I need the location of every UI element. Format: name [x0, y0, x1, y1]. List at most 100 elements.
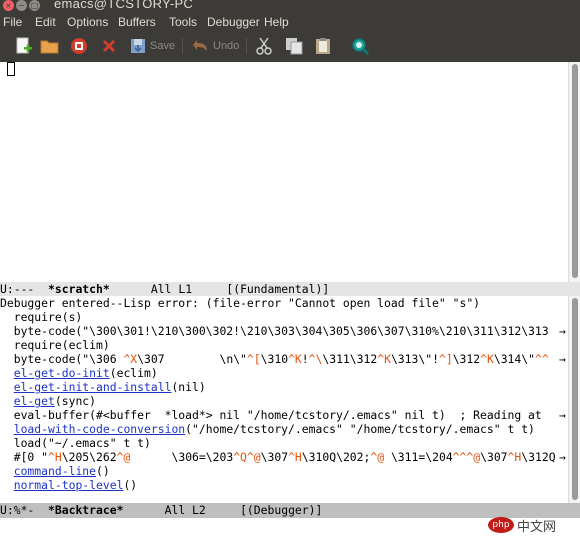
window-titlebar: × − □ emacs@TCSTORY-PC [0, 0, 580, 14]
backtrace-buffer[interactable]: Debugger entered--Lisp error: (file-erro… [0, 296, 568, 504]
control-char: ^] [438, 352, 453, 366]
function-link[interactable]: command-line [14, 464, 96, 478]
window-title: emacs@TCSTORY-PC [54, 0, 194, 11]
menu-edit[interactable]: Edit [35, 14, 56, 30]
backtrace-text: byte-code("\300\301!\210\300\302!\210\30… [0, 324, 549, 338]
backtrace-line: #[0 "^H\205\262^@ \306=\203^Q^@\307^H\31… [0, 450, 568, 464]
save-label: Save [150, 40, 176, 52]
control-char: ^H [288, 450, 302, 464]
scratch-buffer[interactable] [0, 62, 568, 282]
menu-options[interactable]: Options [67, 14, 108, 30]
window-maximize-button[interactable]: □ [29, 0, 40, 11]
copy-icon [285, 37, 303, 55]
undo-button[interactable]: Undo [192, 36, 239, 56]
function-link[interactable]: el-get-init-and-install [14, 380, 172, 394]
scratch-scrollbar[interactable] [568, 62, 580, 282]
save-button[interactable]: Save [129, 36, 175, 56]
control-char: ^@ [246, 450, 261, 464]
backtrace-text: (eclim) [109, 366, 158, 380]
function-link[interactable]: el-get-do-init [14, 366, 110, 380]
control-char: ^K [288, 352, 302, 366]
backtrace-text: load("~/.emacs" t t) [0, 436, 151, 450]
control-char: ^@ [116, 450, 131, 464]
backtrace-text: \312 [452, 352, 481, 366]
backtrace-text: \307 [260, 450, 289, 464]
open-file-button[interactable] [40, 36, 59, 56]
backtrace-text [0, 366, 14, 380]
function-link[interactable]: el-get [14, 394, 55, 408]
cut-x-button[interactable] [100, 36, 118, 56]
backtrace-text: \306=\203 [130, 450, 234, 464]
modeline-status: U:%*- [0, 503, 35, 517]
copy-button[interactable] [285, 36, 303, 56]
modeline-mode[interactable]: [(Fundamental)] [226, 282, 329, 296]
backtrace-text [0, 464, 14, 478]
backtrace-text: \311\312 [322, 352, 378, 366]
control-char: ^@ [370, 450, 385, 464]
menu-buffers[interactable]: Buffers [118, 14, 156, 30]
function-link[interactable]: normal-top-level [14, 478, 124, 492]
function-link[interactable]: load-with-code-conversion [14, 422, 185, 436]
save-icon [129, 37, 147, 55]
backtrace-scrollbar[interactable] [568, 296, 580, 504]
backtrace-line: byte-code("\306 ^X\307 \n\"^[\310^K!^\\3… [0, 352, 568, 366]
menu-tools[interactable]: Tools [169, 14, 197, 30]
control-char: ^K [377, 352, 391, 366]
backtrace-line: require(eclim) [0, 338, 568, 352]
open-folder-icon [40, 37, 59, 55]
backtrace-text: (nil) [171, 380, 206, 394]
modeline-mode[interactable]: [(Debugger)] [240, 503, 322, 517]
control-char: ^\ [308, 352, 323, 366]
text-cursor [7, 62, 15, 76]
cut-x-icon [100, 37, 118, 55]
backtrace-text: #[0 " [0, 450, 49, 464]
backtrace-line: Debugger entered--Lisp error: (file-erro… [0, 296, 568, 310]
modeline-buffer-name[interactable]: *scratch* [48, 282, 110, 296]
window-close-button[interactable]: × [3, 0, 14, 11]
line-continuation-arrow: → [559, 450, 566, 464]
backtrace-line: el-get-init-and-install(nil) [0, 380, 568, 394]
search-icon [351, 37, 370, 56]
backtrace-text [0, 422, 14, 436]
backtrace-text: Debugger entered--Lisp error: (file-erro… [0, 296, 481, 310]
new-file-button[interactable] [14, 36, 32, 56]
modeline-status: U:--- [0, 282, 35, 296]
close-buffer-button[interactable] [70, 36, 88, 56]
backtrace-text: require(s) [0, 310, 83, 324]
backtrace-text: () [123, 478, 138, 492]
backtrace-text: \314\" [493, 352, 535, 366]
watermark-logo: php [488, 517, 514, 533]
backtrace-line: byte-code("\300\301!\210\300\302!\210\30… [0, 324, 568, 338]
backtrace-line: el-get-do-init(eclim) [0, 366, 568, 380]
watermark: php 中文网 [488, 514, 568, 536]
menu-help[interactable]: Help [264, 14, 289, 30]
modeline-position: All L2 [164, 503, 206, 517]
paste-button[interactable] [314, 36, 332, 56]
cut-button[interactable] [255, 36, 273, 56]
backtrace-text: \310 [260, 352, 289, 366]
modeline-position: All L1 [150, 282, 193, 296]
paste-icon [314, 37, 332, 55]
backtrace-text: \205\262 [61, 450, 117, 464]
menu-file[interactable]: File [3, 14, 22, 30]
undo-label: Undo [213, 40, 240, 52]
control-char: ^X [123, 352, 138, 366]
backtrace-text: \307 [480, 450, 508, 464]
modeline-buffer-name[interactable]: *Backtrace* [48, 503, 123, 517]
backtrace-line: load("~/.emacs" t t) [0, 436, 568, 450]
search-button[interactable] [351, 36, 370, 56]
control-char: ^Q [233, 450, 247, 464]
backtrace-text [0, 394, 14, 408]
toolbar-separator [182, 38, 183, 54]
backtrace-text: \312Q [521, 450, 556, 464]
window-minimize-button[interactable]: − [16, 0, 27, 11]
watermark-text: 中文网 [517, 519, 557, 535]
backtrace-scrollbar-thumb[interactable] [572, 298, 578, 500]
backtrace-text [0, 380, 14, 394]
menu-debugger[interactable]: Debugger [207, 14, 260, 30]
backtrace-line: eval-buffer(#<buffer *load*> nil "/home/… [0, 408, 568, 422]
backtrace-text: ! [301, 352, 309, 366]
scratch-scrollbar-thumb[interactable] [572, 64, 578, 278]
backtrace-line: require(s) [0, 310, 568, 324]
backtrace-line: normal-top-level() [0, 478, 568, 492]
